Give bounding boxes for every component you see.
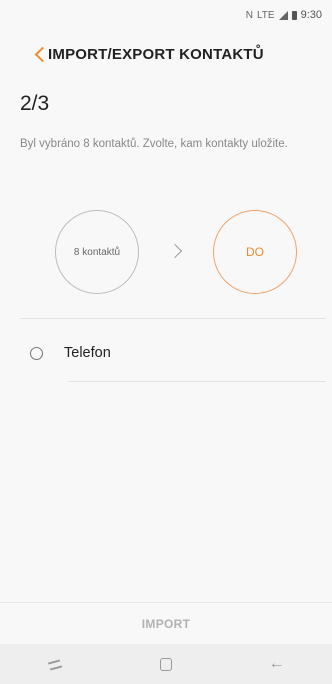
status-bar: N LTE 9:30: [0, 0, 332, 30]
back-arrow-icon: ←: [268, 655, 285, 672]
transfer-flow: 8 kontaktů DO: [0, 210, 332, 296]
system-back-button[interactable]: ←: [257, 649, 297, 679]
recent-apps-icon: [48, 659, 62, 669]
option-telefon[interactable]: Telefon: [0, 330, 332, 376]
navigation-bar: ←: [0, 644, 332, 684]
destination-label: DO: [246, 245, 264, 259]
lte-icon: LTE: [256, 9, 275, 21]
recent-apps-button[interactable]: [35, 649, 75, 679]
radio-button[interactable]: [30, 346, 43, 360]
option-label: Telefon: [64, 345, 111, 361]
destination-circle: DO: [213, 210, 297, 294]
import-button[interactable]: IMPORT: [142, 617, 190, 631]
battery-icon: [291, 10, 297, 20]
signal-icon: [278, 10, 288, 20]
step-indicator: 2/3: [20, 92, 50, 115]
chevron-right-icon: [167, 243, 183, 259]
home-icon: [159, 657, 172, 671]
divider: [68, 381, 326, 382]
app-bar: IMPORT/EXPORT KONTAKTŮ: [0, 32, 332, 76]
source-circle: 8 kontaktů: [55, 210, 139, 294]
instruction-text: Byl vybráno 8 kontaktů. Zvolte, kam kont…: [20, 138, 288, 150]
nfc-icon: N: [245, 9, 253, 21]
source-label: 8 kontaktů: [73, 246, 121, 258]
divider: [20, 318, 326, 319]
home-button[interactable]: [146, 649, 186, 679]
page-title: IMPORT/EXPORT KONTAKTŮ: [48, 45, 264, 63]
bottom-action-bar: IMPORT: [0, 602, 332, 645]
status-time: 9:30: [300, 9, 322, 21]
